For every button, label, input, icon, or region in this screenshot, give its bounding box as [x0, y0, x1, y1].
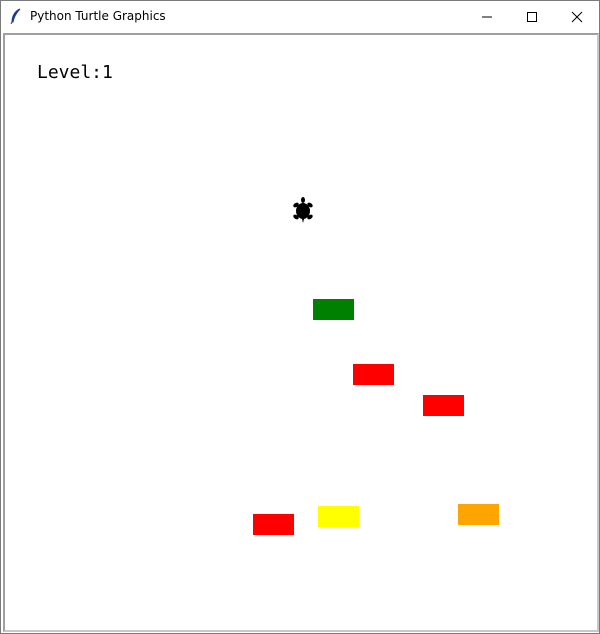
red-block	[353, 364, 394, 385]
feather-icon	[10, 8, 21, 24]
close-icon	[571, 11, 583, 22]
close-button[interactable]	[554, 1, 600, 32]
maximize-button[interactable]	[509, 1, 555, 32]
minimize-icon	[482, 16, 492, 17]
red-block	[423, 395, 464, 416]
green-block	[313, 299, 354, 320]
yellow-block	[318, 506, 359, 527]
level-label: Level:1	[37, 62, 113, 83]
maximize-icon	[527, 11, 537, 22]
red-block	[253, 514, 294, 535]
orange-block	[458, 504, 499, 525]
turtle-icon[interactable]	[291, 197, 315, 223]
title-bar[interactable]: Python Turtle Graphics	[1, 1, 599, 32]
window-title: Python Turtle Graphics	[30, 9, 166, 23]
minimize-button[interactable]	[464, 1, 510, 32]
game-canvas[interactable]: Level:1	[2, 35, 596, 630]
